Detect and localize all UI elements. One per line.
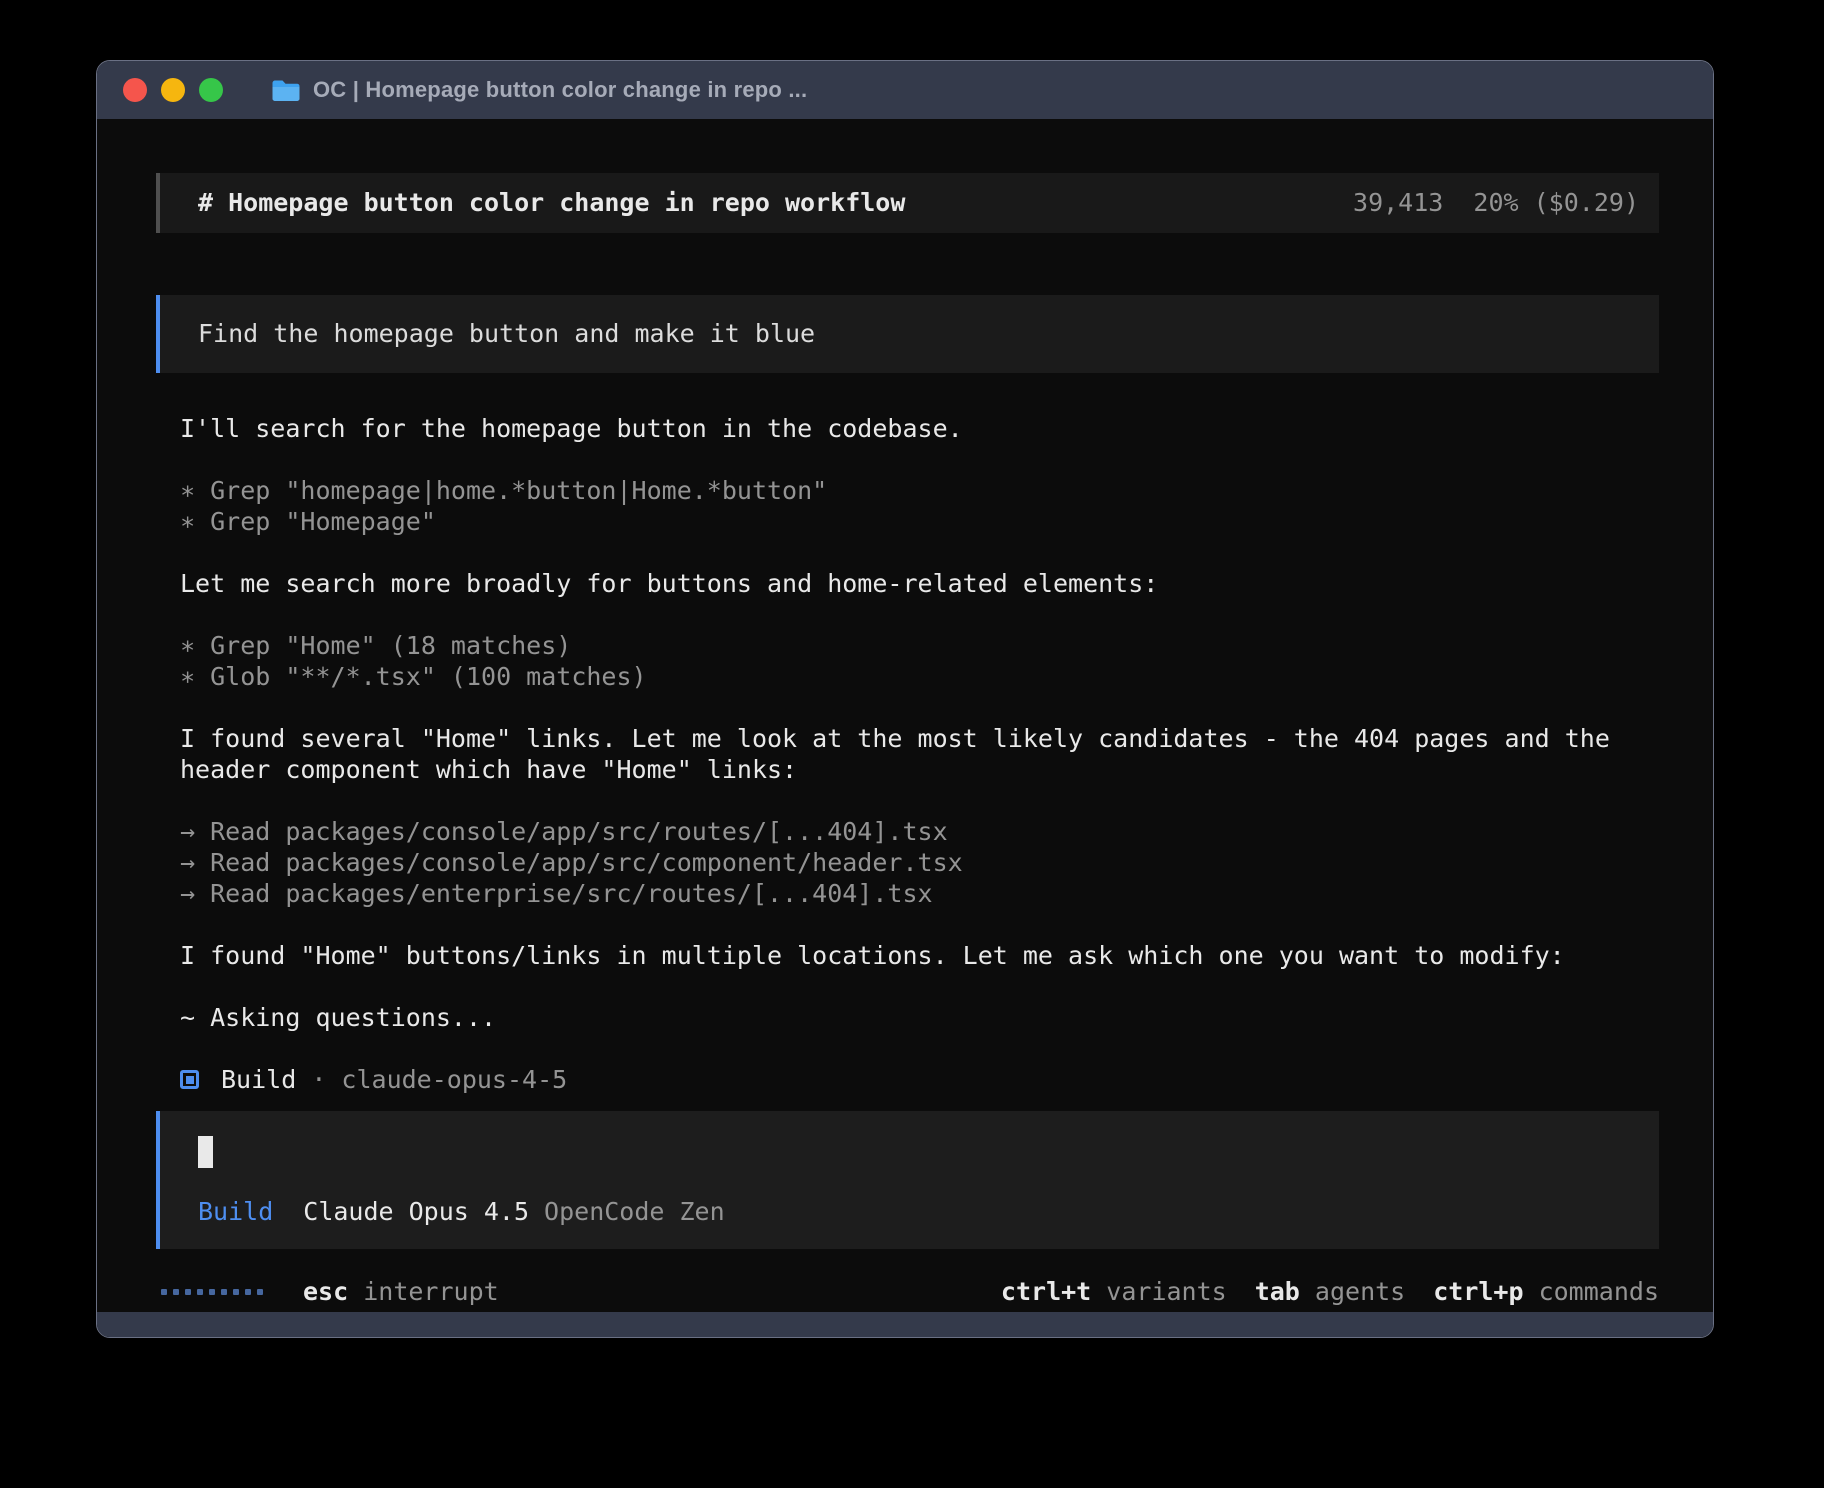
shortcut-variants: ctrl+t variants [1001, 1276, 1227, 1307]
titlebar: OC | Homepage button color change in rep… [97, 61, 1713, 119]
shortcut-commands: ctrl+p commands [1433, 1276, 1659, 1307]
spinner-dot [197, 1289, 203, 1295]
shortcut-label: variants [1091, 1277, 1226, 1306]
status-bar: esc interrupt ctrl+t variantstab agentsc… [156, 1276, 1659, 1307]
spinner-dot [209, 1289, 215, 1295]
tool-call-line: ∗ Grep "homepage|home.*button|Home.*butt… [180, 475, 1659, 506]
prompt-input[interactable]: Build Claude Opus 4.5 OpenCode Zen [156, 1111, 1659, 1249]
agent-name: Build [221, 1064, 296, 1095]
close-button[interactable] [123, 78, 147, 102]
blank-line [180, 909, 1659, 940]
tool-call-line: ∗ Grep "Home" (18 matches) [180, 630, 1659, 661]
spinner [161, 1289, 263, 1295]
assistant-text-line: header component which have "Home" links… [180, 754, 1659, 785]
shortcut-key: ctrl+p [1433, 1277, 1523, 1306]
model-row: Build Claude Opus 4.5 OpenCode Zen [198, 1196, 1639, 1227]
spinner-dot [173, 1289, 179, 1295]
assistant-text-line: I found several "Home" links. Let me loo… [180, 723, 1659, 754]
tool-call-line: → Read packages/console/app/src/componen… [180, 847, 1659, 878]
minimize-button[interactable] [161, 78, 185, 102]
blank-line [180, 785, 1659, 816]
spinner-dot [245, 1289, 251, 1295]
title-group: OC | Homepage button color change in rep… [271, 77, 807, 103]
spinner-dot [257, 1289, 263, 1295]
session-stats: 39,413 20% ($0.29) [1353, 187, 1639, 218]
spinner-dot [221, 1289, 227, 1295]
tool-call-line: ∗ Grep "Homepage" [180, 506, 1659, 537]
input-agent-label: Build [198, 1196, 273, 1227]
assistant-text-line: Let me search more broadly for buttons a… [180, 568, 1659, 599]
build-agent-icon [180, 1070, 199, 1089]
input-provider-label: OpenCode Zen [544, 1196, 725, 1227]
blank-line [180, 971, 1659, 1002]
status-left: esc interrupt [156, 1276, 499, 1307]
assistant-text-line: ~ Asking questions... [180, 1002, 1659, 1033]
blank-line [180, 537, 1659, 568]
text-cursor [198, 1136, 213, 1168]
shortcut-key: tab [1255, 1277, 1300, 1306]
tool-call-line: → Read packages/console/app/src/routes/[… [180, 816, 1659, 847]
shortcuts: ctrl+t variants tab agents ctrl+p commands [1001, 1276, 1659, 1307]
esc-hint: esc interrupt [303, 1276, 499, 1307]
blank-line [180, 599, 1659, 630]
shortcut-agents: tab agents [1255, 1276, 1406, 1307]
blank-line [180, 692, 1659, 723]
model-id: claude-opus-4-5 [341, 1064, 567, 1095]
interrupt-label: interrupt [363, 1277, 498, 1306]
window-bottom-chrome [97, 1312, 1713, 1337]
terminal-content: # Homepage button color change in repo w… [97, 119, 1713, 1312]
assistant-text-line: I found "Home" buttons/links in multiple… [180, 940, 1659, 971]
terminal-window: OC | Homepage button color change in rep… [96, 60, 1714, 1338]
shortcut-label: agents [1300, 1277, 1405, 1306]
spinner-dot [233, 1289, 239, 1295]
esc-label [348, 1277, 363, 1306]
esc-key: esc [303, 1277, 348, 1306]
spinner-dot [161, 1289, 167, 1295]
folder-icon [271, 78, 301, 103]
separator-dot: · [296, 1064, 341, 1095]
session-title: # Homepage button color change in repo w… [198, 187, 905, 218]
session-header: # Homepage button color change in repo w… [156, 173, 1659, 233]
agent-status-row: Build · claude-opus-4-5 [180, 1064, 1659, 1095]
user-message: Find the homepage button and make it blu… [156, 295, 1659, 373]
spinner-dot [185, 1289, 191, 1295]
window-title: OC | Homepage button color change in rep… [313, 77, 807, 103]
traffic-lights [123, 78, 223, 102]
user-message-text: Find the homepage button and make it blu… [198, 318, 815, 349]
input-model-label: Claude Opus 4.5 [303, 1196, 529, 1227]
assistant-text-line: I'll search for the homepage button in t… [180, 413, 1659, 444]
shortcut-key: ctrl+t [1001, 1277, 1091, 1306]
tool-call-line: ∗ Glob "**/*.tsx" (100 matches) [180, 661, 1659, 692]
blank-line [180, 444, 1659, 475]
tool-call-line: → Read packages/enterprise/src/routes/[.… [180, 878, 1659, 909]
transcript: I'll search for the homepage button in t… [180, 413, 1659, 1033]
shortcut-label: commands [1524, 1277, 1659, 1306]
zoom-button[interactable] [199, 78, 223, 102]
